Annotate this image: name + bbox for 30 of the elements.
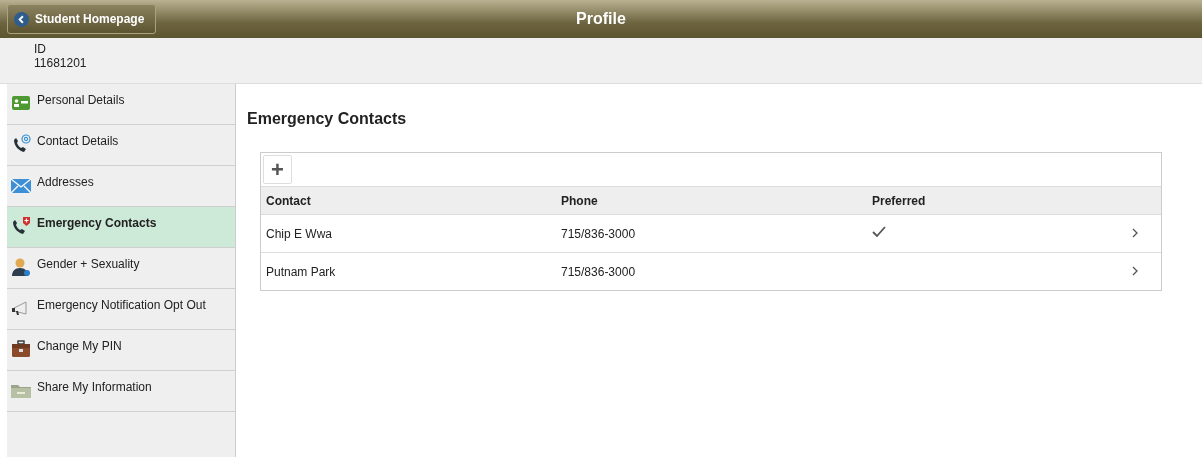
table-cell-text: 715/836-3000 <box>561 264 637 279</box>
phone-icon <box>11 216 31 236</box>
person-icon <box>11 257 31 277</box>
sidebar-item[interactable]: Change My PIN <box>7 330 235 371</box>
table-cell-text: Putnam Park <box>266 264 337 279</box>
id-value: 11681201 <box>34 56 88 70</box>
sidebar-item[interactable]: Share My Information <box>7 371 235 412</box>
table-row[interactable]: Chip E Wwa 715/836-3000 <box>261 215 1161 253</box>
table-cell-text: 715/836-3000 <box>561 226 637 241</box>
section-title: Emergency Contacts <box>247 110 408 128</box>
back-button[interactable]: Student Homepage <box>7 4 157 34</box>
sidebar-item[interactable]: Personal Details <box>7 84 235 125</box>
sidebar-item[interactable]: Emergency Contacts <box>7 207 235 248</box>
page-title: Profile <box>576 10 626 27</box>
chevron-icon <box>1131 265 1139 276</box>
column-header: Phone <box>561 193 599 208</box>
add-button[interactable]: + <box>263 155 292 184</box>
table-cell-text: Chip E Wwa <box>266 226 334 241</box>
briefcase-icon <box>11 339 31 359</box>
sidebar-item[interactable]: Emergency Notification Opt Out <box>7 289 235 330</box>
id-label: ID <box>34 42 47 56</box>
table-row[interactable]: Putnam Park 715/836-3000 <box>261 253 1161 290</box>
sidebar-item[interactable]: Contact Details <box>7 125 235 166</box>
chevron-icon <box>1131 227 1139 238</box>
back-icon <box>14 11 29 27</box>
id-card-icon <box>11 93 31 113</box>
column-header: Preferred <box>872 193 927 208</box>
column-header: Contact <box>266 193 312 208</box>
phone-icon <box>11 134 31 154</box>
sidebar-item[interactable]: Gender + Sexuality <box>7 248 235 289</box>
